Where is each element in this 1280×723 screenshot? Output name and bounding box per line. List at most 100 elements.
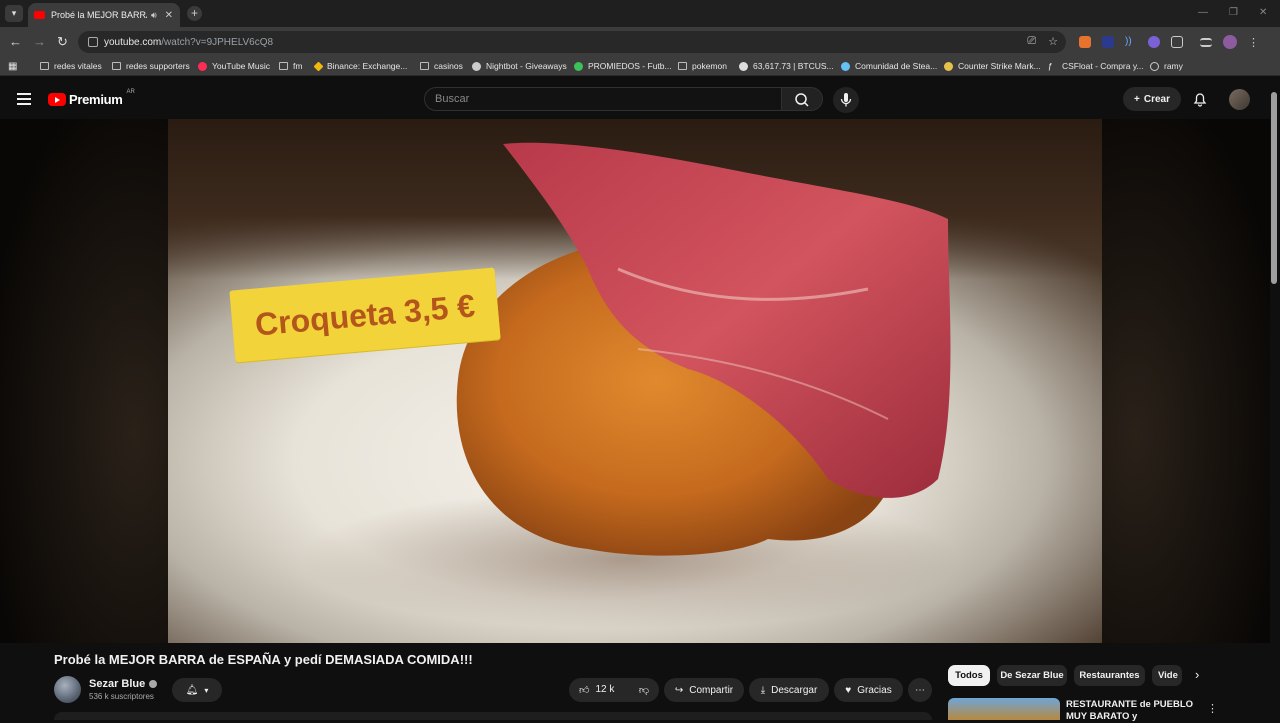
chevron-down-icon: ▾: [204, 685, 209, 695]
folder-icon: [420, 62, 429, 70]
reload-icon[interactable]: ↻: [57, 34, 68, 50]
apps-grid-icon[interactable]: ▦: [8, 61, 17, 72]
csmarket-icon: [944, 61, 953, 71]
url-host: youtube.com: [104, 36, 162, 48]
channel-name[interactable]: Sezar Blue: [89, 678, 158, 690]
recommendation-thumbnail[interactable]: [948, 698, 1060, 720]
youtube-header: Premium AR Buscar + Crear: [0, 77, 1280, 119]
minimize-button[interactable]: —: [1198, 7, 1208, 18]
search-icon: [795, 93, 809, 107]
bookmark-item[interactable]: casinos: [420, 61, 463, 71]
download-button[interactable]: ⤓ Descargar: [749, 678, 829, 702]
bookmark-star-icon[interactable]: ☆: [1048, 35, 1058, 48]
bookmark-item[interactable]: Counter Strike Mark...: [944, 61, 1041, 71]
page-scrollbar[interactable]: [1271, 92, 1277, 284]
reading-list-icon[interactable]: [1200, 37, 1212, 47]
tab-search-button[interactable]: ▾: [5, 5, 23, 22]
video-player[interactable]: Croqueta 3,5 €: [0, 119, 1270, 643]
profile-avatar[interactable]: [1223, 35, 1237, 49]
chip-de-sezar-blue[interactable]: De Sezar Blue: [997, 665, 1067, 686]
maximize-button[interactable]: ❐: [1229, 7, 1238, 18]
notifications-bell-icon[interactable]: [1192, 91, 1208, 107]
like-button[interactable]: 👍︎ 12 k: [579, 684, 614, 696]
globe-icon: [1150, 61, 1159, 71]
bookmark-item[interactable]: pokemon: [678, 61, 727, 71]
verified-check-icon: [149, 680, 158, 688]
menu-hamburger-icon[interactable]: [17, 93, 31, 108]
chip-restaurantes[interactable]: Restaurantes: [1074, 665, 1145, 686]
extension-fox-icon[interactable]: [1079, 36, 1091, 48]
recommendation-menu-icon[interactable]: ⋮: [1207, 702, 1218, 715]
like-dislike-group: 👍︎ 12 k 👎︎: [569, 678, 659, 702]
thumbs-down-icon: 👎︎: [638, 685, 649, 696]
bookmarks-bar: ▦ redes vitales redes supporters YouTube…: [0, 57, 1280, 76]
create-button[interactable]: + Crear: [1123, 87, 1181, 111]
account-avatar[interactable]: [1229, 89, 1250, 110]
extensions-puzzle-icon[interactable]: [1171, 36, 1183, 48]
youtube-play-icon: [48, 93, 66, 106]
bookmark-item[interactable]: PROMIEDOS - Futb...: [574, 61, 672, 71]
browser-toolbar: ← → ↻ youtube.com/watch?v=9JPHELV6cQ8 ⎚ …: [0, 27, 1280, 57]
subscriber-count: 536 k suscriptores: [89, 692, 154, 701]
voice-search-button[interactable]: [833, 87, 859, 113]
new-tab-button[interactable]: +: [187, 6, 202, 21]
chevron-right-icon[interactable]: ›: [1195, 667, 1199, 682]
tab-title: Probé la MEJOR BARRA de: [51, 10, 147, 20]
dislike-button[interactable]: 👎︎: [639, 684, 649, 696]
download-icon: ⤓: [760, 684, 766, 696]
share-button[interactable]: ↪ Compartir: [664, 678, 744, 702]
close-window-button[interactable]: ✕: [1259, 7, 1267, 18]
extension-cloud-icon[interactable]: [1148, 36, 1160, 48]
bookmark-item[interactable]: fm: [279, 61, 302, 71]
croqueta-image: [298, 142, 958, 629]
extension-shield-icon[interactable]: [1102, 36, 1114, 48]
plus-icon: +: [1134, 93, 1140, 105]
bookmark-item[interactable]: 63,617.73 | BTCUS...: [739, 61, 834, 71]
browser-menu-icon[interactable]: ⋮: [1248, 36, 1259, 49]
site-info-icon[interactable]: [88, 37, 98, 47]
tab-close-icon[interactable]: ✕: [165, 10, 173, 21]
install-app-icon[interactable]: ⎚: [1027, 35, 1036, 48]
description-box[interactable]: [54, 712, 932, 720]
back-arrow-icon[interactable]: ←: [9, 34, 22, 49]
chip-videos[interactable]: Vide: [1152, 665, 1182, 686]
youtube-music-icon: [198, 61, 207, 71]
bell-icon: 🔔︎: [185, 684, 199, 696]
thumbs-up-icon: 👍︎: [579, 685, 590, 696]
bookmark-item[interactable]: Binance: Exchange...: [313, 61, 407, 71]
super-thanks-icon: ♥: [845, 684, 852, 696]
search-button[interactable]: [781, 87, 823, 111]
forward-arrow-icon[interactable]: →: [33, 34, 46, 49]
promiedos-icon: [574, 61, 583, 71]
ambient-left: [0, 119, 168, 643]
video-frame[interactable]: [168, 119, 1102, 643]
search-input[interactable]: Buscar: [424, 87, 782, 111]
folder-icon: [279, 62, 288, 70]
bookmark-item[interactable]: redes supporters: [112, 61, 190, 71]
channel-avatar[interactable]: [54, 676, 81, 703]
youtube-favicon-icon: [34, 11, 45, 19]
bookmark-item[interactable]: Nightbot - Giveaways: [472, 61, 567, 71]
browser-tab-active[interactable]: Probé la MEJOR BARRA de 🔊︎ ✕: [28, 3, 180, 27]
bookmark-item[interactable]: redes vitales: [40, 61, 102, 71]
browser-tab-strip: ▾ Probé la MEJOR BARRA de 🔊︎ ✕ + — ❐ ✕: [0, 0, 1280, 27]
bookmark-item[interactable]: ramy: [1150, 61, 1183, 71]
chip-todos[interactable]: Todos: [948, 665, 990, 686]
bookmark-item[interactable]: ƒ CSFloat - Compra y...: [1048, 61, 1144, 71]
bookmark-item[interactable]: YouTube Music: [198, 61, 270, 71]
youtube-premium-logo[interactable]: Premium AR: [48, 89, 135, 107]
share-arrow-icon: ↪: [674, 684, 684, 696]
subscription-notifications-button[interactable]: 🔔︎ ▾: [172, 678, 222, 702]
bookmark-item[interactable]: Comunidad de Stea...: [841, 61, 937, 71]
speaker-icon[interactable]: 🔊︎: [151, 10, 157, 21]
recommendation-title[interactable]: RESTAURANTE de PUEBLO MUY BARATO y: [1066, 699, 1196, 723]
folder-icon: [112, 62, 121, 70]
url-path: /watch?v=9JPHELV6cQ8: [161, 36, 274, 48]
extension-wave-icon[interactable]: )): [1125, 36, 1137, 48]
video-title: Probé la MEJOR BARRA de ESPAÑA y pedí DE…: [54, 652, 473, 667]
binance-icon: [313, 61, 324, 71]
address-bar[interactable]: youtube.com/watch?v=9JPHELV6cQ8 ⎚ ☆: [78, 31, 1066, 53]
thanks-button[interactable]: ♥ Gracias: [834, 678, 903, 702]
more-actions-button[interactable]: ⋯: [908, 678, 932, 702]
microphone-icon: [840, 93, 852, 107]
